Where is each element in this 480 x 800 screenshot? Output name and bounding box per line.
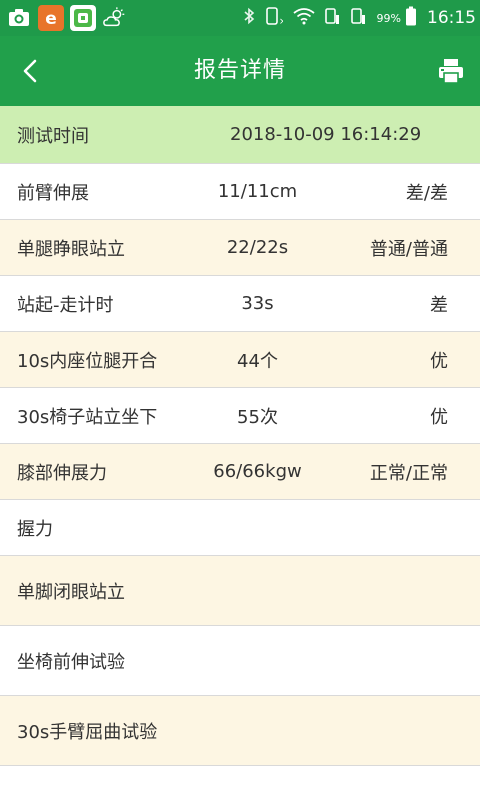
item-value: 66/66kgw [213, 461, 302, 482]
list-item: 10s内座位腿开合 44个 优 [0, 332, 480, 388]
list-item: 30s椅子站立坐下 55次 优 [0, 388, 480, 444]
svg-text:×: × [279, 17, 283, 26]
item-grade: 差 [430, 294, 448, 316]
status-right-icons: × 99% 16:15 [243, 0, 476, 36]
item-value: 44个 [237, 350, 278, 372]
item-label: 坐椅前伸试验 [17, 651, 125, 673]
battery-percent: 99% [376, 11, 401, 25]
item-label: 30s椅子站立坐下 [17, 406, 158, 428]
item-value [160, 696, 355, 765]
item-value: 33s [241, 293, 274, 314]
item-label: 握力 [17, 518, 53, 540]
vibrate-icon: × [265, 6, 286, 30]
weather-icon [102, 5, 128, 31]
report-list: 测试时间 2018-10-09 16:14:29 前臂伸展 11/11cm 差/… [0, 106, 480, 766]
item-value [160, 626, 355, 695]
list-item: 站起-走计时 33s 差 [0, 276, 480, 332]
status-bar: e × 99% 16:15 [0, 0, 480, 36]
list-item: 单脚闭眼站立 [0, 556, 480, 626]
test-time-row: 测试时间 2018-10-09 16:14:29 [0, 106, 480, 164]
item-value: 22/22s [226, 237, 289, 258]
browser-app-icon: e [38, 5, 64, 31]
item-label: 30s手臂屈曲试验 [17, 721, 158, 743]
test-time-label: 测试时间 [17, 125, 89, 147]
test-time-value: 2018-10-09 16:14:29 [230, 124, 422, 145]
list-item: 膝部伸展力 66/66kgw 正常/正常 [0, 444, 480, 500]
sim1-signal-icon [324, 6, 341, 30]
sim2-signal-icon [350, 6, 367, 30]
svg-text:e: e [45, 9, 57, 29]
screenshot-icon [6, 5, 32, 31]
item-label: 前臂伸展 [17, 182, 89, 204]
list-item: 前臂伸展 11/11cm 差/差 [0, 164, 480, 220]
item-grade: 优 [430, 350, 448, 372]
list-item: 30s手臂屈曲试验 [0, 696, 480, 766]
item-label: 膝部伸展力 [17, 462, 107, 484]
item-value: 55次 [237, 406, 278, 428]
item-value [160, 500, 355, 555]
bluetooth-icon [243, 7, 255, 29]
list-item: 坐椅前伸试验 [0, 626, 480, 696]
item-grade: 优 [430, 406, 448, 428]
list-item: 握力 [0, 500, 480, 556]
printer-icon [439, 59, 463, 84]
item-label: 单脚闭眼站立 [17, 581, 125, 603]
list-item: 单腿睁眼站立 22/22s 普通/普通 [0, 220, 480, 276]
wifi-icon [292, 7, 315, 29]
status-left-icons: e [6, 4, 128, 32]
item-value [160, 556, 355, 625]
item-value: 11/11cm [217, 181, 298, 202]
item-label: 10s内座位腿开合 [17, 350, 158, 372]
item-grade: 正常/正常 [369, 462, 448, 484]
item-grade: 差/差 [405, 182, 448, 204]
print-button[interactable] [434, 54, 468, 88]
green-app-icon [70, 5, 96, 31]
item-label: 单腿睁眼站立 [17, 238, 125, 260]
page-title: 报告详情 [193, 58, 286, 83]
item-label: 站起-走计时 [17, 294, 114, 316]
clock: 16:15 [427, 8, 476, 28]
item-grade: 普通/普通 [369, 238, 448, 260]
app-bar: 报告详情 [0, 36, 480, 106]
battery-icon [405, 6, 417, 30]
